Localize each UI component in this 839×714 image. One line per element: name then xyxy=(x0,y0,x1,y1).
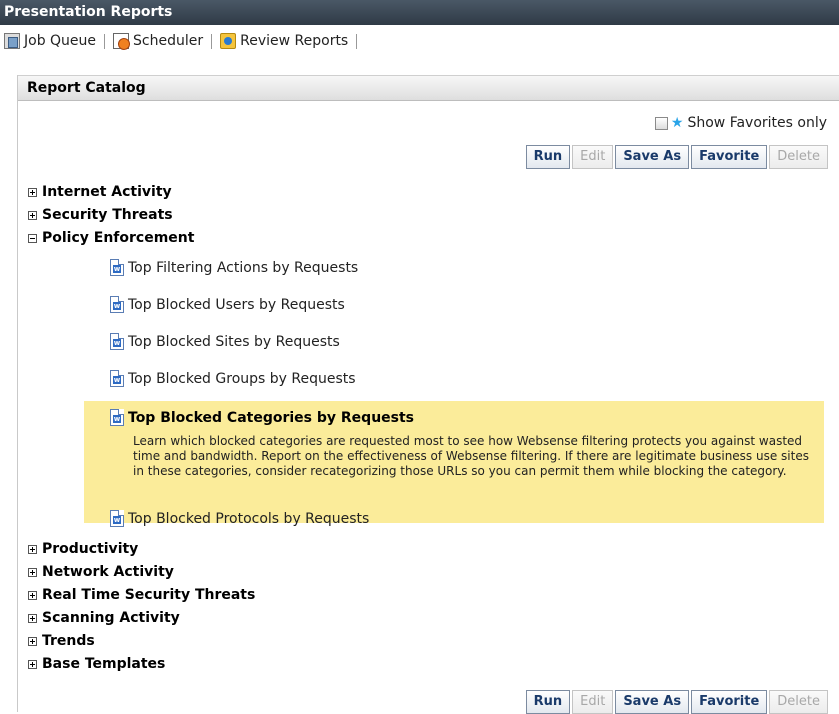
run-button[interactable]: Run xyxy=(525,145,571,169)
category-label: Security Threats xyxy=(42,207,173,223)
category-label: Base Templates xyxy=(42,656,166,672)
category-trends[interactable]: Trends xyxy=(28,633,95,649)
scheduler-label: Scheduler xyxy=(133,33,204,49)
report-item[interactable]: w Top Blocked Protocols by Requests xyxy=(110,510,369,527)
category-label: Policy Enforcement xyxy=(42,230,195,246)
report-label: Top Blocked Groups by Requests xyxy=(128,370,356,387)
category-label: Productivity xyxy=(42,541,139,557)
edit-button[interactable]: Edit xyxy=(572,690,614,714)
category-label: Real Time Security Threats xyxy=(42,587,256,603)
expand-icon[interactable] xyxy=(28,590,37,600)
show-favorites-row: ★ Show Favorites only xyxy=(654,114,827,131)
category-policy-enforcement[interactable]: Policy Enforcement xyxy=(28,230,194,246)
review-reports-link[interactable]: Review Reports xyxy=(216,33,352,49)
category-label: Trends xyxy=(42,633,95,649)
toolbar-divider xyxy=(356,33,358,49)
category-productivity[interactable]: Productivity xyxy=(28,541,138,557)
review-reports-label: Review Reports xyxy=(240,33,349,49)
action-buttons-bottom: Run Edit Save As Favorite Delete xyxy=(525,690,828,714)
category-network-activity[interactable]: Network Activity xyxy=(28,564,174,580)
save-as-button[interactable]: Save As xyxy=(615,690,690,714)
collapse-icon[interactable] xyxy=(28,233,37,243)
report-document-icon: w xyxy=(110,370,124,387)
report-label: Top Blocked Sites by Requests xyxy=(128,333,340,350)
report-catalog-panel: Report Catalog ★ Show Favorites only Run… xyxy=(17,75,839,714)
expand-icon[interactable] xyxy=(28,544,37,554)
selected-report-item[interactable]: w Top Blocked Categories by Requests xyxy=(110,409,414,426)
category-label: Network Activity xyxy=(42,564,174,580)
job-queue-link[interactable]: Job Queue xyxy=(0,33,100,49)
expand-icon[interactable] xyxy=(28,659,37,669)
report-document-icon: w xyxy=(110,296,124,313)
scheduler-link[interactable]: Scheduler xyxy=(109,33,207,50)
report-document-icon: w xyxy=(110,510,124,527)
expand-icon[interactable] xyxy=(28,187,37,197)
category-security-threats[interactable]: Security Threats xyxy=(28,207,173,223)
action-buttons-top: Run Edit Save As Favorite Delete xyxy=(525,145,828,169)
delete-button[interactable]: Delete xyxy=(769,145,828,169)
category-internet-activity[interactable]: Internet Activity xyxy=(28,184,172,200)
report-label: Top Blocked Users by Requests xyxy=(128,296,345,313)
panel-title: Report Catalog xyxy=(18,75,839,101)
report-document-icon: w xyxy=(110,259,124,276)
review-reports-icon xyxy=(220,33,237,49)
category-scanning-activity[interactable]: Scanning Activity xyxy=(28,610,180,626)
job-queue-label: Job Queue xyxy=(24,33,97,49)
toolbar: Job Queue Scheduler Review Reports xyxy=(0,28,361,54)
toolbar-divider xyxy=(104,33,106,49)
edit-button[interactable]: Edit xyxy=(572,145,614,169)
window-title: Presentation Reports xyxy=(0,0,839,25)
category-label: Internet Activity xyxy=(42,184,172,200)
expand-icon[interactable] xyxy=(28,567,37,577)
category-real-time-security-threats[interactable]: Real Time Security Threats xyxy=(28,587,255,603)
selected-report-panel[interactable]: w Top Blocked Categories by Requests Lea… xyxy=(84,401,824,523)
favorite-button[interactable]: Favorite xyxy=(691,145,768,169)
save-as-button[interactable]: Save As xyxy=(615,145,690,169)
delete-button[interactable]: Delete xyxy=(769,690,828,714)
report-item[interactable]: w Top Blocked Users by Requests xyxy=(110,296,345,313)
category-base-templates[interactable]: Base Templates xyxy=(28,656,165,672)
report-document-icon: w xyxy=(110,409,124,426)
run-button[interactable]: Run xyxy=(525,690,571,714)
expand-icon[interactable] xyxy=(28,613,37,623)
expand-icon[interactable] xyxy=(28,636,37,646)
selected-report-description: Learn which blocked categories are reque… xyxy=(133,434,809,478)
scheduler-icon xyxy=(113,33,131,50)
report-document-icon: w xyxy=(110,333,124,350)
expand-icon[interactable] xyxy=(28,210,37,220)
category-label: Scanning Activity xyxy=(42,610,180,626)
report-item[interactable]: w Top Filtering Actions by Requests xyxy=(110,259,358,276)
job-queue-icon xyxy=(4,33,20,49)
toolbar-divider xyxy=(211,33,213,49)
report-item[interactable]: w Top Blocked Groups by Requests xyxy=(110,370,356,387)
selected-report-title: Top Blocked Categories by Requests xyxy=(128,409,415,426)
favorite-button[interactable]: Favorite xyxy=(691,690,768,714)
report-label: Top Filtering Actions by Requests xyxy=(128,259,359,276)
report-label: Top Blocked Protocols by Requests xyxy=(128,510,370,527)
show-favorites-label: Show Favorites only xyxy=(687,115,827,131)
show-favorites-checkbox[interactable] xyxy=(654,116,668,130)
report-item[interactable]: w Top Blocked Sites by Requests xyxy=(110,333,340,350)
star-icon: ★ xyxy=(670,114,684,131)
